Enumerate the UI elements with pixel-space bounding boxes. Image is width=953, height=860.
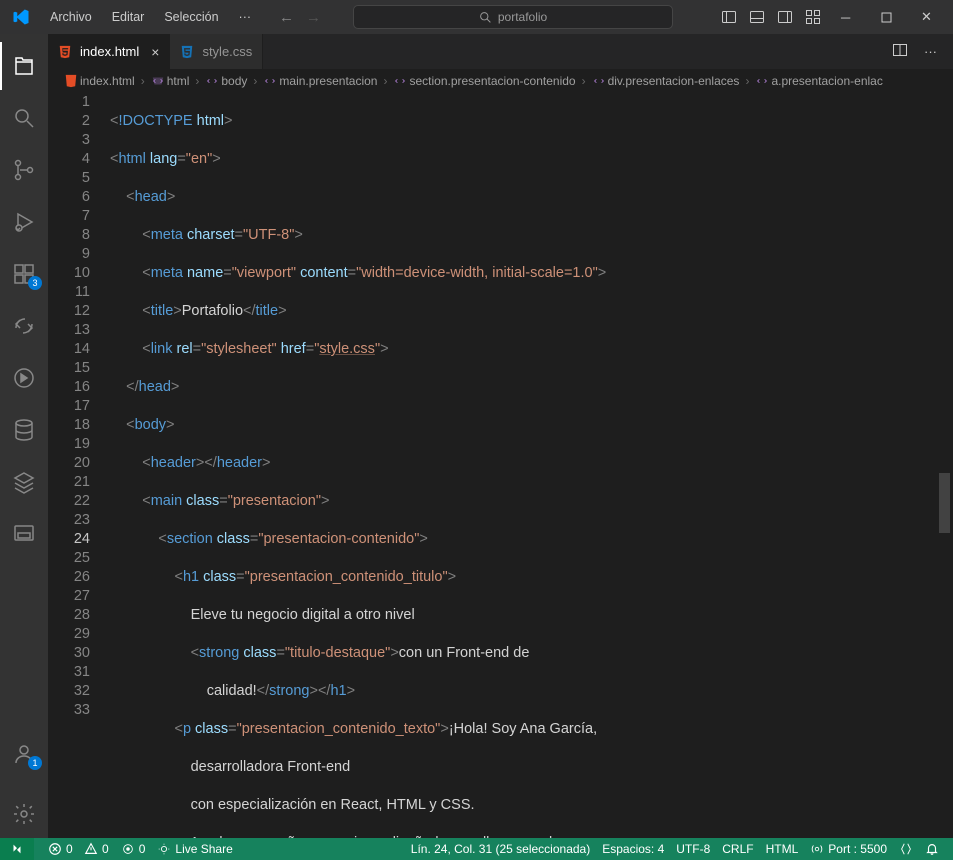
vertical-scrollbar[interactable] xyxy=(939,93,950,838)
menu-more[interactable]: ··· xyxy=(231,6,260,28)
explorer-icon[interactable] xyxy=(0,42,48,90)
menu-file[interactable]: Archivo xyxy=(42,6,100,28)
nav-arrows: ← → xyxy=(279,9,321,26)
html5-icon xyxy=(58,44,74,60)
split-editor-icon[interactable] xyxy=(892,42,908,61)
extensions-icon[interactable]: 3 xyxy=(0,250,48,298)
accounts-icon[interactable]: 1 xyxy=(0,730,48,778)
remote-explorer-icon[interactable] xyxy=(0,302,48,350)
status-bell-icon[interactable] xyxy=(919,842,945,856)
toggle-panel-bottom-icon[interactable] xyxy=(749,9,765,25)
customize-layout-icon[interactable] xyxy=(805,9,821,25)
status-language[interactable]: HTML xyxy=(760,842,805,856)
status-cursor-position[interactable]: Lín. 24, Col. 31 (25 seleccionada) xyxy=(405,842,596,856)
editor-area: index.html × style.css ··· index.html › … xyxy=(48,34,953,838)
status-live-server[interactable]: Port : 5500 xyxy=(804,842,893,856)
activity-bar: 3 1 xyxy=(0,34,48,838)
more-actions-icon[interactable]: ··· xyxy=(924,44,937,59)
search-icon xyxy=(479,11,492,24)
toggle-panel-left-icon[interactable] xyxy=(721,9,737,25)
html5-icon xyxy=(64,74,78,88)
tab-style-css[interactable]: style.css xyxy=(170,34,263,69)
tab-label: index.html xyxy=(80,44,139,59)
layers-icon[interactable] xyxy=(0,458,48,506)
extensions-badge: 3 xyxy=(28,276,42,290)
title-bar: Archivo Editar Selección ··· ← → portafo… xyxy=(0,0,953,34)
window-controls: ─ ✕ xyxy=(841,9,937,25)
symbol-icon xyxy=(151,74,165,88)
toggle-panel-right-icon[interactable] xyxy=(777,9,793,25)
status-encoding[interactable]: UTF-8 xyxy=(670,842,716,856)
symbol-icon xyxy=(263,74,277,88)
tab-label: style.css xyxy=(202,44,252,59)
nav-forward-icon[interactable]: → xyxy=(306,9,321,26)
tab-index-html[interactable]: index.html × xyxy=(48,34,170,69)
window-dock-icon[interactable] xyxy=(0,510,48,558)
scm-icon[interactable] xyxy=(0,146,48,194)
vscode-logo-icon xyxy=(12,8,30,26)
database-icon[interactable] xyxy=(0,406,48,454)
settings-gear-icon[interactable] xyxy=(0,790,48,838)
maximize-icon[interactable] xyxy=(881,9,897,25)
command-center-search[interactable]: portafolio xyxy=(353,5,673,29)
search-text: portafolio xyxy=(498,10,547,24)
live-share-icon[interactable] xyxy=(0,354,48,402)
code-editor[interactable]: 1234567891011121314151617181920212223242… xyxy=(48,93,953,838)
remote-indicator-icon[interactable] xyxy=(0,838,34,860)
status-spaces[interactable]: Espacios: 4 xyxy=(596,842,670,856)
menu-selection[interactable]: Selección xyxy=(156,6,226,28)
run-debug-icon[interactable] xyxy=(0,198,48,246)
menu-edit[interactable]: Editar xyxy=(104,6,153,28)
css3-icon xyxy=(180,44,196,60)
editor-tabs: index.html × style.css ··· xyxy=(48,34,953,69)
close-icon[interactable]: ✕ xyxy=(921,9,937,25)
line-gutter: 1234567891011121314151617181920212223242… xyxy=(48,93,110,838)
status-errors[interactable]: 0 0 xyxy=(42,838,115,860)
layout-controls xyxy=(721,9,821,25)
code-lines[interactable]: <!DOCTYPE html> <html lang="en"> <head> … xyxy=(110,93,953,838)
status-eol[interactable]: CRLF xyxy=(716,842,759,856)
minimize-icon[interactable]: ─ xyxy=(841,9,857,25)
accounts-badge: 1 xyxy=(28,756,42,770)
status-prettier-icon[interactable] xyxy=(893,842,919,856)
status-ports[interactable]: 0 xyxy=(115,838,152,860)
status-live-share[interactable]: Live Share xyxy=(151,838,238,860)
symbol-icon xyxy=(205,74,219,88)
search-activity-icon[interactable] xyxy=(0,94,48,142)
symbol-icon xyxy=(755,74,769,88)
tab-close-icon[interactable]: × xyxy=(151,44,159,60)
status-bar: 0 0 0 Live Share Lín. 24, Col. 31 (25 se… xyxy=(0,838,953,860)
scrollbar-thumb[interactable] xyxy=(939,473,950,533)
breadcrumb[interactable]: index.html › html › body › main.presenta… xyxy=(48,69,953,93)
symbol-icon xyxy=(393,74,407,88)
symbol-icon xyxy=(592,74,606,88)
nav-back-icon[interactable]: ← xyxy=(279,9,294,26)
